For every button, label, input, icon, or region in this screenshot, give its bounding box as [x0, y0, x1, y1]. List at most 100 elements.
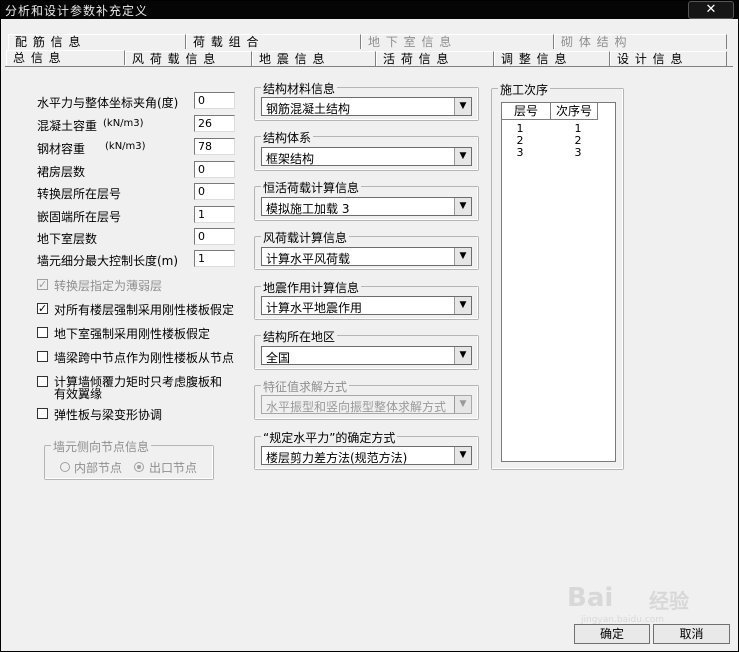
checkbox-rigid-floor[interactable]: ✓ [37, 303, 48, 314]
chevron-down-icon: ▼ [454, 347, 471, 364]
tab-live-load[interactable]: 活 荷 信 息 [376, 51, 494, 66]
group-material: 结构材料信息 钢筋混凝土结构 ▼ [254, 80, 479, 121]
group-title-material: 结构材料信息 [261, 80, 338, 97]
group-region: 结构所在地区 全国 ▼ [254, 328, 479, 370]
region-select-value: 全国 [266, 351, 291, 365]
group-wind-load: 风荷载计算信息 计算水平风荷载 ▼ [254, 229, 479, 270]
eigen-solver-select-value: 水平振型和竖向振型整体求解方式 [266, 400, 447, 414]
table-cell-order[interactable]: 3 [555, 147, 601, 159]
window-title: 分析和设计参数补充定义 [5, 4, 149, 18]
region-select[interactable]: 全国 ▼ [261, 346, 472, 365]
material-select[interactable]: 钢筋混凝土结构 ▼ [261, 97, 472, 116]
param-label-transfer: 转换层所在层号 [37, 187, 122, 201]
seismic-select[interactable]: 计算水平地震作用 ▼ [261, 296, 472, 315]
podium-floors-input[interactable] [194, 161, 235, 178]
param-unit-concrete: (kN/m3) [103, 118, 144, 129]
checkbox-label-basement-rigid: 地下室强制采用刚性楼板假定 [54, 327, 211, 341]
steel-density-input[interactable] [194, 138, 235, 155]
dead-live-load-select-value: 模拟施工加载 3 [266, 202, 350, 216]
column-header-order[interactable]: 次序号 [551, 103, 598, 120]
checkbox-label-wall-beam-node: 墙梁跨中节点作为刚性楼板从节点 [54, 351, 235, 365]
structure-system-select[interactable]: 框架结构 ▼ [261, 147, 472, 166]
param-label-basement: 地下室层数 [37, 232, 98, 246]
close-button[interactable]: ✕ [688, 1, 734, 19]
chevron-down-icon: ▼ [454, 198, 471, 215]
param-label-embed: 嵌固端所在层号 [37, 210, 122, 224]
table-cell-floor[interactable]: 3 [502, 147, 538, 159]
wind-load-select[interactable]: 计算水平风荷载 ▼ [261, 247, 472, 266]
checkbox-elastic-slab[interactable] [37, 408, 48, 419]
param-label-angle: 水平力与整体坐标夹角(度) [37, 96, 179, 110]
group-title-eigen-solver: 特征值求解方式 [261, 378, 350, 395]
angle-input[interactable] [194, 92, 235, 109]
seismic-select-value: 计算水平地震作用 [266, 301, 363, 315]
title-bar: 分析和设计参数补充定义 ✕ [1, 1, 738, 19]
checkbox-label-overturn-moment-2: 有效翼缘 [54, 387, 103, 401]
checkbox-wall-beam-node[interactable] [37, 351, 48, 362]
dead-live-load-select[interactable]: 模拟施工加载 3 ▼ [261, 197, 472, 216]
radio-exit-node[interactable] [134, 462, 144, 472]
param-label-steel-density: 钢材容重 [37, 142, 86, 156]
group-title-dead-live-load: 恒活荷载计算信息 [261, 179, 362, 196]
tab-reinforcement[interactable]: 配 筋 信 息 [8, 34, 186, 49]
horizontal-force-select-value: 楼层剪力差方法(规范方法) [266, 451, 408, 465]
group-structure-system: 结构体系 框架结构 ▼ [254, 129, 479, 171]
group-eigen-solver: 特征值求解方式 水平振型和竖向振型整体求解方式 ▼ [254, 378, 479, 420]
group-horizontal-force: “规定水平力”的确定方式 楼层剪力差方法(规范方法) ▼ [254, 429, 479, 470]
column-header-floor[interactable]: 层号 [502, 103, 551, 120]
horizontal-force-select[interactable]: 楼层剪力差方法(规范方法) ▼ [261, 446, 472, 465]
wind-load-select-value: 计算水平风荷载 [266, 252, 351, 266]
chevron-down-icon: ▼ [454, 248, 471, 265]
radio-label-exit-node: 出口节点 [149, 461, 198, 475]
radio-label-internal-node: 内部节点 [74, 461, 123, 475]
group-title-wind-load: 风荷载计算信息 [261, 229, 350, 246]
ok-button[interactable]: 确定 [574, 624, 650, 644]
group-seismic: 地震作用计算信息 计算水平地震作用 ▼ [254, 279, 479, 320]
tab-general[interactable]: 总 信 息 [6, 50, 125, 65]
param-label-concrete-density: 混凝土容重 [37, 119, 98, 133]
group-dead-live-load: 恒活荷载计算信息 模拟施工加载 3 ▼ [254, 179, 479, 221]
material-select-value: 钢筋混凝土结构 [266, 102, 351, 116]
checkbox-label-rigid-floor: 对所有楼层强制采用刚性楼板假定 [54, 303, 235, 317]
checkbox-weak-layer[interactable]: ✓ [37, 279, 48, 290]
tab-basement[interactable]: 地 下 室 信 息 [361, 34, 554, 49]
chevron-down-icon: ▼ [454, 98, 471, 115]
eigen-solver-select[interactable]: 水平振型和竖向振型整体求解方式 ▼ [261, 395, 472, 414]
group-title-region: 结构所在地区 [261, 328, 338, 345]
watermark-logo: Bai [567, 583, 614, 613]
group-title-construction-order: 施工次序 [498, 81, 551, 98]
structure-system-select-value: 框架结构 [266, 152, 315, 166]
group-title-horizontal-force: “规定水平力”的确定方式 [261, 429, 398, 446]
param-label-wall-mesh: 墙元细分最大控制长度(m) [37, 254, 179, 268]
radio-internal-node[interactable] [60, 462, 70, 472]
concrete-density-input[interactable] [194, 115, 235, 132]
tab-adjustment[interactable]: 调 整 信 息 [494, 51, 610, 66]
wall-node-group-title: 墙元侧向节点信息 [51, 438, 152, 455]
transfer-floor-input[interactable] [194, 183, 235, 200]
watermark-text: 经验 [649, 589, 689, 613]
group-title-seismic: 地震作用计算信息 [261, 279, 362, 296]
tab-wind[interactable]: 风 荷 载 信 息 [125, 51, 252, 66]
cancel-button[interactable]: 取消 [653, 624, 730, 644]
dialog-window: 分析和设计参数补充定义 ✕ 配 筋 信 息 荷 载 组 合 地 下 室 信 息 … [0, 0, 739, 652]
tab-load-combination[interactable]: 荷 载 组 合 [186, 34, 361, 49]
checkbox-label-elastic-slab: 弹性板与梁变形协调 [54, 408, 163, 422]
embed-floor-input[interactable] [194, 206, 235, 223]
wall-mesh-length-input[interactable] [194, 250, 235, 267]
checkbox-overturn-moment[interactable] [37, 376, 48, 387]
chevron-down-icon: ▼ [454, 447, 471, 464]
construction-order-table[interactable]: 层号 次序号 1 1 2 2 3 3 [501, 102, 616, 462]
checkbox-basement-rigid[interactable] [37, 327, 48, 338]
wall-node-group: 墙元侧向节点信息 内部节点 出口节点 [44, 438, 214, 480]
basement-floors-input[interactable] [194, 228, 235, 245]
tab-design[interactable]: 设 计 信 息 [610, 51, 727, 66]
checkbox-label-weak-layer: 转换层指定为薄弱层 [54, 279, 163, 293]
param-label-podium: 裙房层数 [37, 165, 86, 179]
param-unit-steel: (kN/m3) [105, 141, 146, 152]
chevron-down-icon: ▼ [454, 396, 471, 413]
tab-seismic[interactable]: 地 震 信 息 [252, 51, 376, 66]
chevron-down-icon: ▼ [454, 297, 471, 314]
tab-masonry[interactable]: 砌 体 结 构 [554, 34, 727, 49]
chevron-down-icon: ▼ [454, 148, 471, 165]
tab-divider [5, 66, 733, 67]
